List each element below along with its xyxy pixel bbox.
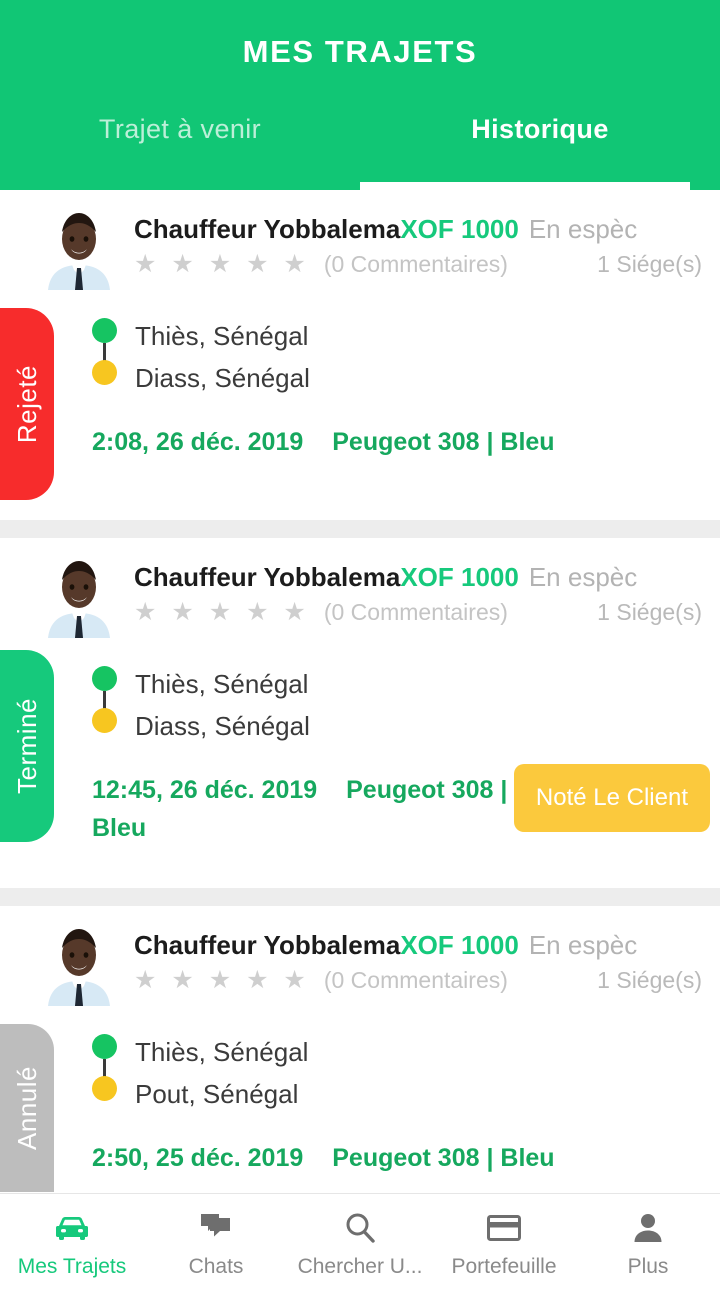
origin-dot-icon (92, 666, 117, 691)
nav-item-chercher[interactable]: Chercher U... (288, 1209, 432, 1279)
seat-count: 1 Siége(s) (597, 599, 702, 625)
star-rating-icon: ★ ★ ★ ★ ★ (134, 598, 310, 626)
nav-item-chats[interactable]: Chats (144, 1209, 288, 1279)
destination-dot-icon (92, 1076, 117, 1101)
car-icon (52, 1209, 92, 1247)
trip-datetime: 12:45, 26 déc. 2019 (92, 776, 318, 804)
chat-icon (198, 1209, 234, 1247)
route: Thiès, Sénégal Pout, Sénégal (0, 1006, 720, 1114)
nav-label: Chercher U... (297, 1254, 423, 1278)
nav-label: Mes Trajets (17, 1254, 127, 1278)
destination-dot-icon (92, 360, 117, 385)
search-icon (343, 1209, 377, 1247)
destination-dot-icon (92, 708, 117, 733)
trip-card[interactable]: Terminé Chauffeur Yobbalema XOF 1000 En … (0, 538, 720, 888)
trip-meta: 2:50, 25 déc. 2019 Peugeot 308 | Bleu (92, 1140, 706, 1178)
trip-datetime: 2:50, 25 déc. 2019 (92, 1144, 304, 1172)
nav-item-portefeuille[interactable]: Portefeuille (432, 1209, 576, 1279)
nav-item-plus[interactable]: Plus (576, 1209, 720, 1279)
trip-meta: 2:08, 26 déc. 2019 Peugeot 308 | Bleu (92, 424, 706, 462)
rate-client-button[interactable]: Noté Le Client (513, 764, 710, 832)
driver-name: Chauffeur Yobbalema (134, 214, 401, 244)
avatar (36, 922, 122, 1006)
trip-price: XOF 1000 (400, 930, 519, 960)
trip-datetime: 2:08, 26 déc. 2019 (92, 428, 304, 456)
nav-label: Portefeuille (451, 1254, 557, 1278)
star-rating-icon: ★ ★ ★ ★ ★ (134, 250, 310, 278)
trip-price: XOF 1000 (400, 562, 519, 592)
origin-label: Thiès, Sénégal (135, 320, 309, 351)
review-count: (0 Commentaires) (323, 251, 508, 277)
nav-label: Chats (188, 1254, 244, 1278)
driver-info: Chauffeur Yobbalema XOF 1000 En espèc ★ … (134, 554, 706, 638)
tab-bar: Trajet à venir Historique (0, 102, 720, 190)
app-header: MES TRAJETS Trajet à venir Historique (0, 0, 720, 190)
avatar (36, 206, 122, 290)
origin-dot-icon (92, 318, 117, 343)
payment-method: En espèc (528, 930, 638, 960)
tab-label: Historique (471, 114, 609, 144)
person-icon (632, 1209, 664, 1247)
driver-name: Chauffeur Yobbalema (134, 930, 401, 960)
avatar (36, 554, 122, 638)
seat-count: 1 Siége(s) (597, 967, 702, 993)
seat-count: 1 Siége(s) (597, 251, 702, 277)
tab-label: Trajet à venir (98, 114, 262, 144)
bottom-navigation: Mes Trajets Chats Chercher U... Portefeu… (0, 1193, 720, 1293)
payment-method: En espèc (528, 214, 638, 244)
trip-card[interactable]: Annulé Chauffeur Yobbalema XOF 1000 En e… (0, 906, 720, 1193)
driver-info: Chauffeur Yobbalema XOF 1000 En espèc ★ … (134, 922, 706, 1006)
trip-vehicle: Peugeot 308 | Bleu (332, 1144, 555, 1172)
destination-label: Pout, Sénégal (135, 1078, 299, 1109)
review-count: (0 Commentaires) (323, 967, 508, 993)
trip-meta: 12:45, 26 déc. 2019 Peugeot 308 | Bleu (92, 772, 514, 847)
payment-method: En espèc (528, 562, 638, 592)
driver-row: Chauffeur Yobbalema XOF 1000 En espèc ★ … (0, 190, 720, 290)
origin-dot-icon (92, 1034, 117, 1059)
tab-historique[interactable]: Historique (360, 102, 720, 190)
trip-card[interactable]: Rejeté Chauffeur Yobbalema XOF 1000 En e… (0, 190, 720, 520)
review-count: (0 Commentaires) (323, 599, 508, 625)
wallet-icon (486, 1209, 522, 1247)
nav-item-mes-trajets[interactable]: Mes Trajets (0, 1209, 144, 1279)
driver-name: Chauffeur Yobbalema (134, 562, 401, 592)
card-footer: 2:08, 26 déc. 2019 Peugeot 308 | Bleu (0, 398, 720, 462)
trip-list[interactable]: Rejeté Chauffeur Yobbalema XOF 1000 En e… (0, 190, 720, 1193)
origin-label: Thiès, Sénégal (135, 1036, 309, 1067)
trip-price: XOF 1000 (400, 214, 519, 244)
driver-row: Chauffeur Yobbalema XOF 1000 En espèc ★ … (0, 538, 720, 638)
destination-label: Diass, Sénégal (135, 362, 310, 393)
card-footer: 2:50, 25 déc. 2019 Peugeot 308 | Bleu (0, 1114, 720, 1178)
origin-label: Thiès, Sénégal (135, 668, 309, 699)
driver-row: Chauffeur Yobbalema XOF 1000 En espèc ★ … (0, 906, 720, 1006)
card-footer: 12:45, 26 déc. 2019 Peugeot 308 | Bleu N… (0, 746, 720, 847)
trip-vehicle: Peugeot 308 | Bleu (332, 428, 555, 456)
page-title: MES TRAJETS (242, 34, 478, 69)
tab-trajet-a-venir[interactable]: Trajet à venir (0, 102, 360, 190)
app-screen: MES TRAJETS Trajet à venir Historique Re… (0, 0, 720, 1293)
star-rating-icon: ★ ★ ★ ★ ★ (134, 966, 310, 994)
route: Thiès, Sénégal Diass, Sénégal (0, 290, 720, 398)
driver-info: Chauffeur Yobbalema XOF 1000 En espèc ★ … (134, 206, 706, 290)
route: Thiès, Sénégal Diass, Sénégal (0, 638, 720, 746)
nav-label: Plus (627, 1254, 669, 1278)
destination-label: Diass, Sénégal (135, 710, 310, 741)
